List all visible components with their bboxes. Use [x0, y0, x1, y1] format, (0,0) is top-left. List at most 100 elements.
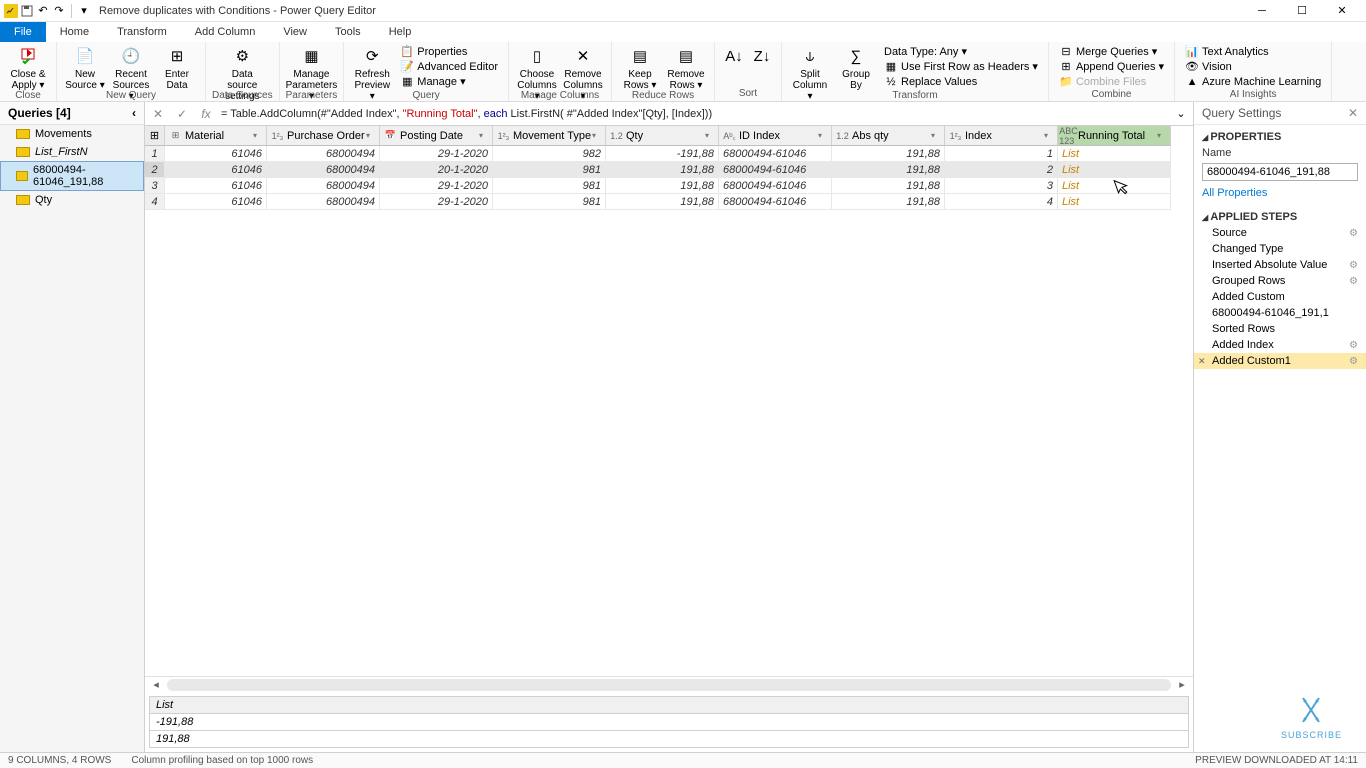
qat-dropdown-icon[interactable]: ▾: [77, 4, 91, 18]
table-cell[interactable]: 68000494-61046: [719, 162, 832, 178]
filter-icon[interactable]: ▾: [479, 131, 489, 140]
filter-icon[interactable]: ▾: [818, 131, 828, 140]
maximize-button[interactable]: ☐: [1282, 0, 1322, 22]
minimize-button[interactable]: ─: [1242, 0, 1282, 22]
collapse-icon[interactable]: ‹: [132, 106, 136, 120]
table-cell[interactable]: 191,88: [832, 146, 945, 162]
sort-desc-button[interactable]: Z↓: [749, 44, 775, 70]
applied-step[interactable]: Source⚙: [1194, 225, 1366, 241]
all-properties-link[interactable]: All Properties: [1194, 185, 1366, 205]
table-cell[interactable]: 61046: [165, 162, 267, 178]
datatype-icon[interactable]: 1²₃: [270, 130, 285, 142]
table-cell[interactable]: List: [1058, 194, 1171, 210]
table-cell[interactable]: 191,88: [832, 194, 945, 210]
column-header[interactable]: 1.2Abs qty▾: [832, 126, 945, 146]
column-header[interactable]: ⊞Material▾: [165, 126, 267, 146]
keep-rows-button[interactable]: ▤Keep Rows ▾: [618, 44, 662, 93]
applied-step[interactable]: Added Index⚙: [1194, 337, 1366, 353]
table-cell[interactable]: 2: [945, 162, 1058, 178]
table-cell[interactable]: 68000494: [267, 178, 380, 194]
table-cell[interactable]: 982: [493, 146, 606, 162]
gear-icon[interactable]: ⚙: [1349, 356, 1358, 367]
applied-step[interactable]: Inserted Absolute Value⚙: [1194, 257, 1366, 273]
advanced-editor-button[interactable]: 📝Advanced Editor: [396, 59, 502, 74]
column-header[interactable]: 1²₃Index▾: [945, 126, 1058, 146]
filter-icon[interactable]: ▾: [931, 131, 941, 140]
scroll-right-icon[interactable]: ▸: [1175, 678, 1189, 692]
filter-icon[interactable]: ▾: [705, 131, 715, 140]
formula-text[interactable]: = Table.AddColumn(#"Added Index", "Runni…: [221, 107, 1167, 120]
query-item[interactable]: Qty: [0, 191, 144, 209]
data-grid[interactable]: ⊞⊞Material▾1²₃Purchase Order▾📅Posting Da…: [145, 126, 1193, 210]
table-cell[interactable]: 68000494-61046: [719, 146, 832, 162]
manage-button[interactable]: ▦Manage ▾: [396, 74, 502, 89]
menu-transform[interactable]: Transform: [103, 22, 181, 42]
query-name-input[interactable]: [1202, 163, 1358, 181]
menu-add-column[interactable]: Add Column: [181, 22, 270, 42]
table-cell[interactable]: 3: [945, 178, 1058, 194]
menu-tools[interactable]: Tools: [321, 22, 375, 42]
table-cell[interactable]: 191,88: [832, 178, 945, 194]
close-apply-button[interactable]: Close & Apply ▾: [6, 44, 50, 93]
gear-icon[interactable]: ⚙: [1349, 260, 1358, 271]
applied-step[interactable]: Sorted Rows: [1194, 321, 1366, 337]
row-number[interactable]: 2: [145, 162, 165, 178]
table-cell[interactable]: 981: [493, 178, 606, 194]
scroll-left-icon[interactable]: ◂: [149, 678, 163, 692]
row-number[interactable]: 4: [145, 194, 165, 210]
datatype-icon[interactable]: ABC 123: [1061, 130, 1076, 142]
formula-commit-button[interactable]: ✓: [173, 105, 191, 123]
table-cell[interactable]: 68000494-61046: [719, 178, 832, 194]
undo-icon[interactable]: ↶: [36, 4, 50, 18]
refresh-preview-button[interactable]: ⟳Refresh Preview ▾: [350, 44, 394, 104]
table-cell[interactable]: 68000494: [267, 162, 380, 178]
formula-cancel-button[interactable]: ✕: [149, 105, 167, 123]
gear-icon[interactable]: ⚙: [1349, 276, 1358, 287]
applied-step[interactable]: Added Custom: [1194, 289, 1366, 305]
properties-button[interactable]: 📋Properties: [396, 44, 502, 59]
new-source-button[interactable]: 📄New Source ▾: [63, 44, 107, 93]
table-cell[interactable]: List: [1058, 162, 1171, 178]
filter-icon[interactable]: ▾: [1157, 131, 1167, 140]
table-cell[interactable]: 61046: [165, 146, 267, 162]
table-cell[interactable]: 20-1-2020: [380, 162, 493, 178]
table-cell[interactable]: 29-1-2020: [380, 194, 493, 210]
row-number[interactable]: 3: [145, 178, 165, 194]
datatype-icon[interactable]: 1²₃: [496, 130, 511, 142]
menu-view[interactable]: View: [269, 22, 321, 42]
table-cell[interactable]: 68000494-61046: [719, 194, 832, 210]
azure-ml-button[interactable]: ▲Azure Machine Learning: [1181, 74, 1325, 89]
queries-header[interactable]: Queries [4] ‹: [0, 102, 144, 125]
data-type-button[interactable]: Data Type: Any ▾: [880, 44, 1042, 59]
remove-rows-button[interactable]: ▤Remove Rows ▾: [664, 44, 708, 93]
datatype-icon[interactable]: 1.2: [609, 130, 624, 142]
close-button[interactable]: ✕: [1322, 0, 1362, 22]
table-cell[interactable]: -191,88: [606, 146, 719, 162]
table-cell[interactable]: 191,88: [606, 162, 719, 178]
first-row-headers-button[interactable]: ▦Use First Row as Headers ▾: [880, 59, 1042, 74]
table-cell[interactable]: 29-1-2020: [380, 146, 493, 162]
gear-icon[interactable]: ⚙: [1349, 228, 1358, 239]
datatype-icon[interactable]: 📅: [383, 130, 398, 142]
formula-expand-button[interactable]: ⌄: [1173, 107, 1189, 120]
table-corner[interactable]: ⊞: [145, 126, 165, 146]
column-header[interactable]: 1²₃Purchase Order▾: [267, 126, 380, 146]
append-queries-button[interactable]: ⊞Append Queries ▾: [1055, 59, 1168, 74]
horizontal-scrollbar[interactable]: ◂ ▸: [145, 676, 1193, 692]
table-cell[interactable]: 981: [493, 162, 606, 178]
redo-icon[interactable]: ↷: [52, 4, 66, 18]
query-item[interactable]: 68000494-61046_191,88: [0, 161, 144, 191]
applied-step[interactable]: Added Custom1⚙: [1194, 353, 1366, 369]
row-number[interactable]: 1: [145, 146, 165, 162]
filter-icon[interactable]: ▾: [1044, 131, 1054, 140]
properties-section-header[interactable]: PROPERTIES: [1194, 125, 1366, 145]
datatype-icon[interactable]: ⊞: [168, 130, 183, 142]
table-cell[interactable]: 191,88: [606, 194, 719, 210]
table-cell[interactable]: 191,88: [832, 162, 945, 178]
table-cell[interactable]: List: [1058, 178, 1171, 194]
split-column-button[interactable]: ⫝Split Column ▾: [788, 44, 832, 104]
enter-data-button[interactable]: ⊞Enter Data: [155, 44, 199, 93]
menu-file[interactable]: File: [0, 22, 46, 42]
vision-button[interactable]: 👁Vision: [1181, 59, 1325, 74]
filter-icon[interactable]: ▾: [366, 131, 376, 140]
